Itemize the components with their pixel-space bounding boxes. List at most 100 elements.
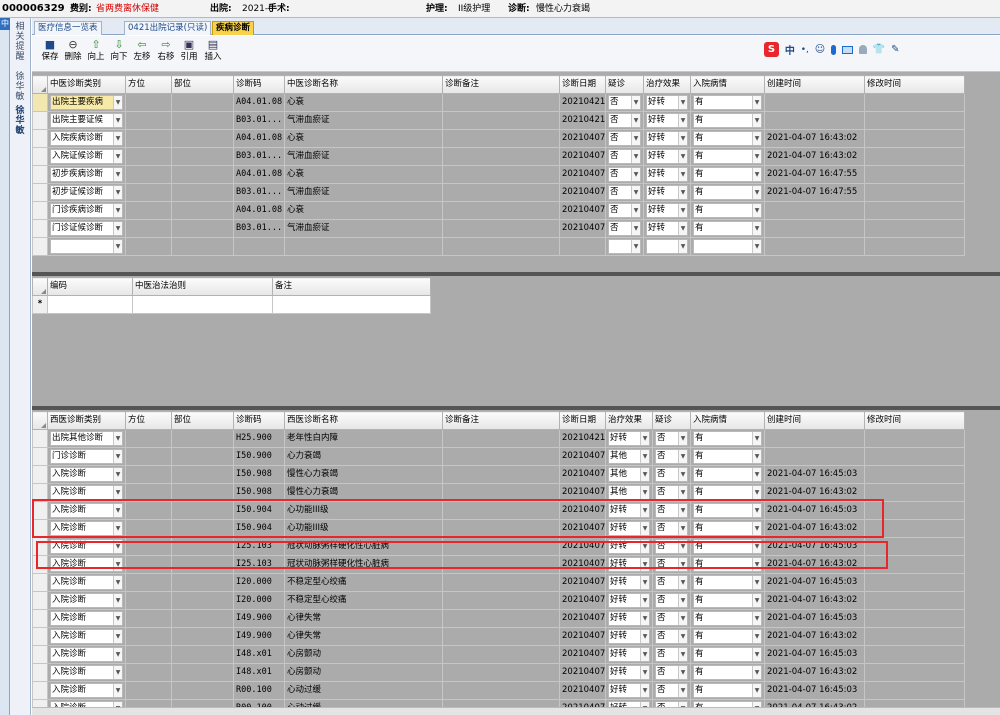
suspect-cell[interactable]: 否▼: [652, 609, 691, 628]
site-cell[interactable]: [171, 201, 234, 220]
position-cell[interactable]: [125, 165, 172, 184]
diagnosis-date-cell[interactable]: 20210407: [559, 663, 606, 682]
chevron-down-icon[interactable]: ▼: [640, 576, 649, 589]
suspect-dropdown[interactable]: 否▼: [655, 611, 688, 626]
created-time-cell[interactable]: 2021-04-07 16:47:55: [764, 183, 865, 202]
admission-condition-dropdown[interactable]: 有▼: [693, 149, 762, 164]
diagnosis-note-cell[interactable]: [442, 681, 560, 700]
col-header[interactable]: 方位: [125, 411, 172, 430]
diagnosis-date-cell[interactable]: 20210407: [559, 555, 606, 574]
position-cell[interactable]: [125, 483, 172, 502]
chevron-down-icon[interactable]: ▼: [631, 186, 640, 199]
admission-condition-dropdown[interactable]: 有▼: [693, 95, 762, 110]
category-dropdown[interactable]: 入院诊断 ▼: [50, 647, 123, 662]
admission-condition-cell[interactable]: 有▼: [690, 699, 765, 707]
col-header[interactable]: 方位: [125, 75, 172, 94]
diagnosis-date-cell[interactable]: 20210421: [559, 429, 606, 448]
chevron-down-icon[interactable]: ▼: [631, 96, 640, 109]
category-dropdown[interactable]: 入院证候诊断 ▼: [50, 149, 123, 164]
diagnosis-code-cell[interactable]: R00.100: [233, 681, 285, 700]
row-indicator[interactable]: [32, 519, 48, 538]
diagnosis-date-cell[interactable]: 20210407: [559, 699, 606, 707]
position-cell[interactable]: [125, 465, 172, 484]
chevron-down-icon[interactable]: ▼: [752, 240, 761, 253]
admission-condition-dropdown[interactable]: ▼: [693, 239, 762, 254]
suspect-cell[interactable]: 否▼: [652, 501, 691, 520]
chevron-down-icon[interactable]: ▼: [752, 204, 761, 217]
suspect-cell[interactable]: 否▼: [652, 447, 691, 466]
site-cell[interactable]: [171, 147, 234, 166]
chevron-down-icon[interactable]: ▼: [678, 522, 687, 535]
site-cell[interactable]: [171, 129, 234, 148]
chevron-down-icon[interactable]: ▼: [752, 630, 761, 643]
position-cell[interactable]: [125, 93, 172, 112]
diagnosis-name-cell[interactable]: 心动过缓: [284, 699, 443, 707]
chevron-down-icon[interactable]: ▼: [678, 114, 687, 127]
diagnosis-note-cell[interactable]: [442, 609, 560, 628]
col-header[interactable]: 创建时间: [764, 411, 865, 430]
diagnosis-date-cell[interactable]: 20210407: [559, 201, 606, 220]
admission-condition-dropdown[interactable]: 有▼: [693, 449, 762, 464]
chevron-down-icon[interactable]: ▼: [113, 612, 122, 625]
diagnosis-date-cell[interactable]: 20210407: [559, 573, 606, 592]
admission-condition-cell[interactable]: 有▼: [690, 165, 765, 184]
effect-dropdown[interactable]: 其他 ▼: [608, 485, 650, 500]
position-cell[interactable]: [125, 519, 172, 538]
effect-cell[interactable]: ▼: [643, 237, 691, 256]
diagnosis-code-cell[interactable]: I20.000: [233, 591, 285, 610]
table-row[interactable]: 入院诊断 ▼ I50.908 慢性心力衰竭 20210407 其他 ▼ 否 ▼ 有 ▼ 2021-04…: [32, 465, 965, 484]
site-cell[interactable]: [171, 219, 234, 238]
diagnosis-note-cell[interactable]: [442, 183, 560, 202]
suspect-cell[interactable]: ▼: [605, 237, 644, 256]
diagnosis-code-cell[interactable]: I50.908: [233, 483, 285, 502]
effect-cell[interactable]: 好转 ▼: [605, 429, 653, 448]
diagnosis-name-cell[interactable]: 心律失常: [284, 609, 443, 628]
admission-condition-cell[interactable]: 有▼: [690, 129, 765, 148]
effect-dropdown[interactable]: 好转 ▼: [608, 539, 650, 554]
empty-cell[interactable]: [125, 237, 172, 256]
chevron-down-icon[interactable]: ▼: [113, 648, 122, 661]
admission-condition-dropdown[interactable]: 有▼: [693, 467, 762, 482]
site-cell[interactable]: [171, 555, 234, 574]
category-dropdown[interactable]: 门诊疾病诊断 ▼: [50, 203, 123, 218]
chevron-down-icon[interactable]: ▼: [631, 114, 640, 127]
diagnosis-date-cell[interactable]: 20210407: [559, 483, 606, 502]
created-time-cell[interactable]: [764, 447, 865, 466]
ime-mode-label[interactable]: 中: [785, 42, 795, 57]
chevron-down-icon[interactable]: ▼: [113, 432, 122, 445]
settings-wrench-icon[interactable]: ✎: [891, 44, 899, 55]
diagnosis-name-cell[interactable]: 心衰: [284, 93, 443, 112]
chevron-down-icon[interactable]: ▼: [752, 468, 761, 481]
table-row[interactable]: 入院诊断 ▼ I49.900 心律失常 20210407 好转 ▼ 否 ▼ 有 ▼ 2021-04-0…: [32, 609, 965, 628]
admission-condition-cell[interactable]: 有▼: [690, 465, 765, 484]
position-cell[interactable]: [125, 591, 172, 610]
effect-cell[interactable]: 其他 ▼: [605, 465, 653, 484]
chevron-down-icon[interactable]: ▼: [113, 468, 122, 481]
table-row[interactable]: 入院诊断 ▼ I49.900 心律失常 20210407 好转 ▼ 否 ▼ 有 ▼ 2021-04-0…: [32, 627, 965, 646]
chevron-down-icon[interactable]: ▼: [752, 666, 761, 679]
suspect-cell[interactable]: 否▼: [605, 183, 644, 202]
admission-condition-dropdown[interactable]: 有▼: [693, 167, 762, 182]
position-cell[interactable]: [125, 429, 172, 448]
table-row[interactable]: 入院证候诊断 ▼ B03.01... 气滞血瘀证 20210407 否 ▼ 好转 ▼ 有 ▼ 2021…: [32, 147, 965, 166]
horizontal-scrollbar[interactable]: [32, 707, 1000, 715]
table-row[interactable]: 初步疾病诊断 ▼ A04.01.08 心衰 20210407 否 ▼ 好转 ▼ 有 ▼ 2021-04…: [32, 165, 965, 184]
chevron-down-icon[interactable]: ▼: [752, 684, 761, 697]
admission-condition-cell[interactable]: 有▼: [690, 555, 765, 574]
suspect-dropdown[interactable]: 否▼: [655, 665, 688, 680]
col-header[interactable]: 治疗效果: [605, 411, 653, 430]
admission-condition-dropdown[interactable]: 有▼: [693, 203, 762, 218]
admission-condition-dropdown[interactable]: 有▼: [693, 503, 762, 518]
created-time-cell[interactable]: 2021-04-07 16:45:03: [764, 681, 865, 700]
category-dropdown[interactable]: 入院诊断 ▼: [50, 629, 123, 644]
table-row[interactable]: 初步证候诊断 ▼ B03.01... 气滞血瘀证 20210407 否 ▼ 好转 ▼ 有 ▼ 2021…: [32, 183, 965, 202]
category-cell[interactable]: 门诊疾病诊断 ▼: [47, 201, 126, 220]
created-time-cell[interactable]: [764, 93, 865, 112]
diagnosis-date-cell[interactable]: 20210421: [559, 111, 606, 130]
diagnosis-note-cell[interactable]: [442, 483, 560, 502]
diagnosis-name-cell[interactable]: 老年性白内障: [284, 429, 443, 448]
diagnosis-note-cell[interactable]: [442, 165, 560, 184]
diagnosis-code-cell[interactable]: I48.x01: [233, 663, 285, 682]
diagnosis-name-cell[interactable]: 慢性心力衰竭: [284, 465, 443, 484]
effect-cell[interactable]: 好转 ▼: [605, 591, 653, 610]
